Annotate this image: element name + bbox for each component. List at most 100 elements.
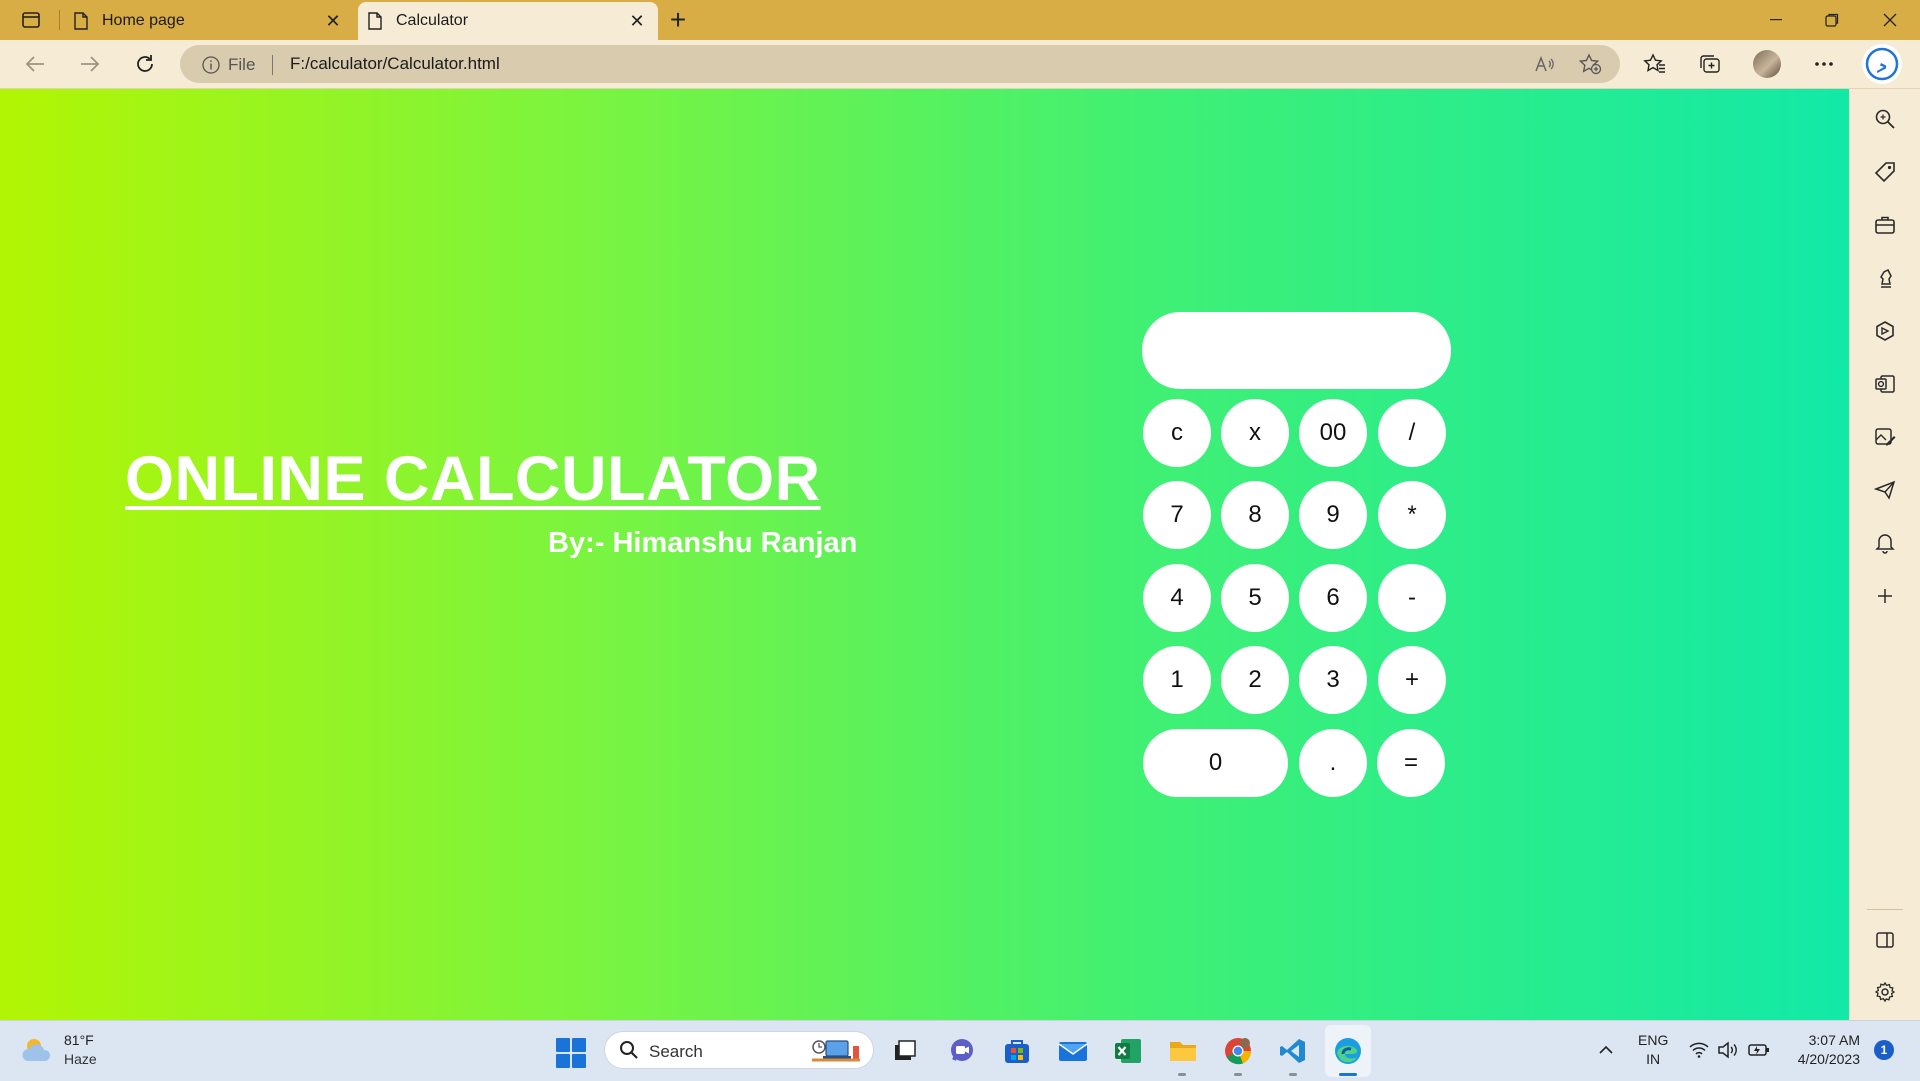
taskbar-search[interactable]: Search <box>604 1031 874 1069</box>
clear-button[interactable]: c <box>1143 399 1211 467</box>
multiply-button[interactable]: * <box>1378 481 1446 549</box>
taskbar: 81°F Haze Search ENG IN 3:07 AM 4/20/202… <box>0 1020 1920 1081</box>
volume-status[interactable] <box>1717 1039 1739 1061</box>
file-explorer-button[interactable] <box>1167 1035 1199 1067</box>
search-icon <box>1875 109 1895 129</box>
read-aloud-button[interactable] <box>1532 52 1558 76</box>
digit-5-button[interactable]: 5 <box>1221 564 1289 632</box>
running-indicator <box>1289 1073 1297 1076</box>
running-indicator <box>1178 1073 1186 1076</box>
refresh-button[interactable] <box>127 48 163 80</box>
sidebar-drop-button[interactable] <box>1871 476 1899 504</box>
tab-calculator[interactable]: Calculator ✕ <box>358 2 658 40</box>
close-window-button[interactable] <box>1862 0 1918 40</box>
tab-title: Home page <box>102 12 185 29</box>
weather-widget[interactable] <box>20 1035 56 1065</box>
decimal-button[interactable]: . <box>1299 729 1367 797</box>
more-options-button[interactable] <box>1808 49 1840 79</box>
digit-7-button[interactable]: 7 <box>1143 481 1211 549</box>
sidebar-search-button[interactable] <box>1871 105 1899 133</box>
bing-chat-button[interactable] <box>1862 44 1902 84</box>
close-icon <box>1883 13 1897 27</box>
profile-button[interactable] <box>1751 49 1783 79</box>
sidebar-add-button[interactable] <box>1871 582 1899 610</box>
digit-3-button[interactable]: 3 <box>1299 646 1367 714</box>
show-hidden-icons-button[interactable] <box>1596 1037 1616 1061</box>
calculator-display[interactable] <box>1142 312 1451 389</box>
backspace-button[interactable]: x <box>1221 399 1289 467</box>
back-button[interactable] <box>17 48 53 80</box>
digit-1-button[interactable]: 1 <box>1143 646 1211 714</box>
site-info-button[interactable]: File <box>202 55 255 75</box>
arrow-right-icon <box>81 56 100 72</box>
digit-9-button[interactable]: 9 <box>1299 481 1367 549</box>
author-credit: By:- Himanshu Ranjan <box>548 527 858 559</box>
vscode-button[interactable] <box>1277 1035 1309 1067</box>
avatar <box>1753 50 1781 78</box>
sidebar-settings-button[interactable] <box>1871 978 1899 1006</box>
subtract-button[interactable]: - <box>1378 564 1446 632</box>
excel-button[interactable] <box>1112 1035 1144 1067</box>
collections-icon <box>1700 55 1720 73</box>
input-language-button[interactable]: ENG IN <box>1638 1031 1668 1069</box>
close-icon[interactable]: ✕ <box>624 8 650 34</box>
sidebar-shopping-button[interactable] <box>1871 158 1899 186</box>
chrome-button[interactable] <box>1222 1035 1254 1067</box>
digit-8-button[interactable]: 8 <box>1221 481 1289 549</box>
star-add-icon <box>1578 53 1602 75</box>
sidebar-games-button[interactable] <box>1871 264 1899 292</box>
teams-chat-button[interactable] <box>946 1035 978 1067</box>
favorites-icon <box>1643 53 1665 73</box>
plus-icon <box>1878 589 1892 603</box>
scheme-label: File <box>228 55 256 74</box>
forward-button[interactable] <box>72 48 108 80</box>
start-button[interactable] <box>556 1038 586 1068</box>
address-bar[interactable]: File F:/calculator/Calculator.html <box>180 45 1620 83</box>
new-tab-button[interactable]: + <box>662 4 694 35</box>
minimize-button[interactable] <box>1748 0 1804 40</box>
chess-piece-icon <box>1880 268 1892 288</box>
add-favorite-button[interactable] <box>1577 52 1603 76</box>
equals-button[interactable]: = <box>1377 729 1445 797</box>
speaker-icon <box>1718 1041 1737 1059</box>
battery-status[interactable] <box>1748 1039 1770 1061</box>
hide-sidebar-button[interactable] <box>1871 926 1899 954</box>
notification-badge[interactable]: 1 <box>1874 1040 1894 1060</box>
mail-icon <box>1058 1042 1088 1061</box>
collections-button[interactable] <box>1694 49 1726 79</box>
favorites-button[interactable] <box>1639 49 1671 79</box>
wifi-status[interactable] <box>1688 1039 1710 1061</box>
sidebar-designer-button[interactable] <box>1871 423 1899 451</box>
mail-button[interactable] <box>1057 1035 1089 1067</box>
digit-2-button[interactable]: 2 <box>1221 646 1289 714</box>
calculator-page: ONLINE CALCULATOR By:- Himanshu Ranjan c… <box>0 89 1849 1020</box>
clock-time: 3:07 AM <box>1808 1032 1860 1048</box>
weather-description: Haze <box>64 1051 97 1067</box>
restore-button[interactable] <box>1804 0 1860 40</box>
edge-button[interactable] <box>1332 1035 1364 1067</box>
microsoft-store-button[interactable] <box>1001 1035 1033 1067</box>
digit-6-button[interactable]: 6 <box>1299 564 1367 632</box>
url-text[interactable]: F:/calculator/Calculator.html <box>290 54 500 74</box>
divide-button[interactable]: / <box>1378 399 1446 467</box>
sidebar-office-button[interactable] <box>1871 317 1899 345</box>
tab-actions-button[interactable] <box>14 7 48 33</box>
tab-divider <box>59 10 60 30</box>
image-edit-icon <box>1875 428 1896 446</box>
tab-home-page[interactable]: Home page ✕ <box>64 2 354 40</box>
sidebar-tools-button[interactable] <box>1871 211 1899 239</box>
briefcase-icon <box>1875 216 1895 234</box>
running-indicator <box>1234 1073 1242 1076</box>
digit-4-button[interactable]: 4 <box>1143 564 1211 632</box>
digit-0-button[interactable]: 0 <box>1143 729 1288 797</box>
system-clock[interactable]: 3:07 AM 4/20/2023 <box>1790 1031 1860 1069</box>
sidebar-notifications-button[interactable] <box>1871 529 1899 557</box>
gear-icon <box>1874 981 1896 1003</box>
task-view-button[interactable] <box>889 1035 921 1067</box>
close-icon[interactable]: ✕ <box>320 8 346 34</box>
sidebar-outlook-button[interactable] <box>1871 370 1899 398</box>
language-code: ENG <box>1638 1032 1669 1048</box>
double-zero-button[interactable]: 00 <box>1299 399 1367 467</box>
address-separator <box>272 55 273 75</box>
add-button[interactable]: + <box>1378 646 1446 714</box>
